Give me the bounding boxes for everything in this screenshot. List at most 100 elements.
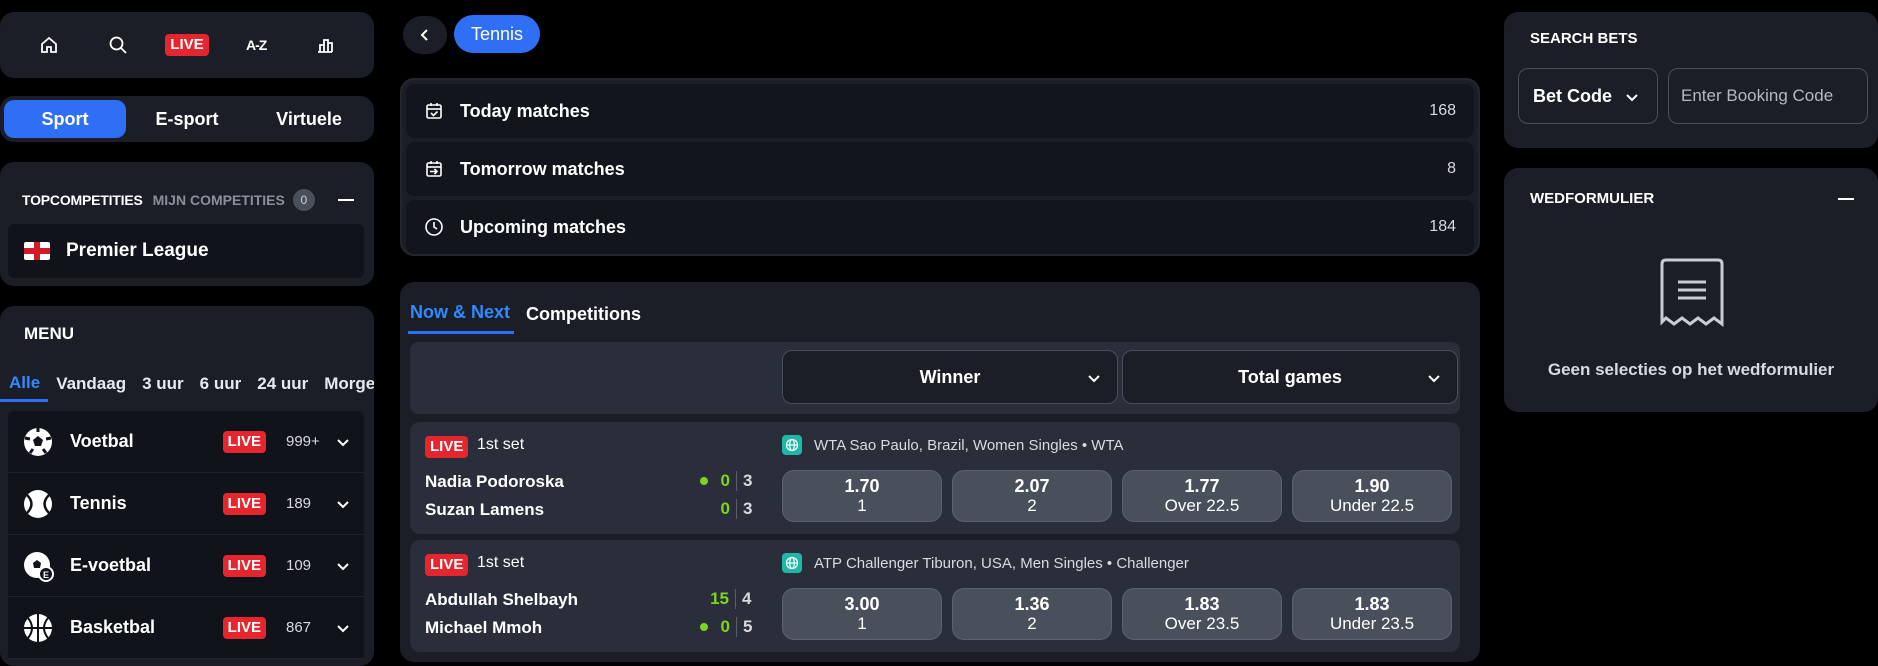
time-tab-6h[interactable]: 6 uur [192, 366, 250, 402]
odds-button-over[interactable]: 1.83 Over 23.5 [1122, 588, 1282, 640]
top-competitions-header: TOPCOMPETITIES MIJN COMPETITIES 0 [22, 176, 354, 224]
odds-label: Under 22.5 [1329, 496, 1415, 515]
chevron-down-icon[interactable] [336, 559, 350, 573]
odds-button-under[interactable]: 1.90 Under 22.5 [1292, 470, 1452, 522]
odds-button-home[interactable]: 1.70 1 [782, 470, 942, 522]
bet-code-dropdown[interactable]: Bet Code [1518, 68, 1658, 124]
live-badge: LIVE [222, 616, 266, 639]
sport-count: 867 [286, 619, 312, 636]
quick-link-label: Upcoming matches [460, 216, 627, 237]
time-tab-3h[interactable]: 3 uur [134, 366, 192, 402]
odds-value: 1.77 [1184, 476, 1220, 496]
competition-item-premier-league[interactable]: Premier League [8, 224, 364, 278]
time-tab-today[interactable]: Vandaag [48, 366, 134, 402]
winner-market-dropdown[interactable]: Winner [782, 350, 1118, 404]
odds-value: 1.90 [1354, 476, 1390, 496]
search-button[interactable] [96, 25, 140, 65]
search-bets-panel: SEARCH BETS Bet Code [1504, 12, 1878, 148]
odds-button-over[interactable]: 1.77 Over 22.5 [1122, 470, 1282, 522]
az-label: A-Z [245, 37, 267, 53]
sport-count: 189 [286, 495, 312, 512]
match-period: 1st set [477, 554, 525, 571]
time-tab-24h[interactable]: 24 uur [249, 366, 316, 402]
competition-label: Premier League [66, 240, 209, 261]
odds-button-home[interactable]: 3.00 1 [782, 588, 942, 640]
odds-value: 1.83 [1354, 594, 1390, 614]
competition-name: ATP Challenger Tiburon, USA, Men Singles… [814, 554, 1189, 572]
sport-row-basketbal[interactable]: Basketbal LIVE 867 [8, 597, 364, 659]
home-icon [40, 36, 57, 53]
sport-row-voetbal[interactable]: Voetbal LIVE 999+ [8, 411, 364, 473]
odds-value: 1.36 [1014, 594, 1050, 614]
matches-panel: Now & Next Competitions Winner Total gam… [400, 282, 1480, 662]
time-tab-tomorrow[interactable]: Morgen [316, 366, 374, 402]
sport-list: Voetbal LIVE 999+ Tennis LIVE 189 E E-vo… [8, 411, 364, 659]
player-1-score: 15 4 [707, 589, 751, 609]
competition-line[interactable]: WTA Sao Paulo, Brazil, Women Singles • W… [782, 435, 1124, 455]
time-tab-all[interactable]: Alle [0, 366, 49, 402]
empty-betslip-message: Geen selecties op het wedformulier [1547, 360, 1835, 379]
total-games-dropdown[interactable]: Total games [1122, 350, 1458, 404]
soccer-ball-icon [24, 427, 52, 456]
competition-line[interactable]: ATP Challenger Tiburon, USA, Men Singles… [782, 553, 1189, 573]
tab-virtual[interactable]: Virtuele [248, 100, 370, 138]
odds-label: 2 [1027, 614, 1037, 633]
breadcrumb-current[interactable]: Tennis [454, 15, 541, 53]
esoccer-icon: E [24, 551, 54, 582]
sport-name: Tennis [70, 493, 127, 513]
globe-icon [782, 553, 802, 573]
tab-now-next[interactable]: Now & Next [408, 294, 515, 334]
collapse-betslip-icon[interactable] [1838, 198, 1854, 200]
tab-esport[interactable]: E-sport [126, 100, 248, 138]
odds-value: 1.70 [844, 476, 880, 496]
chevron-down-icon [1088, 375, 1100, 383]
chevron-down-icon[interactable] [336, 621, 350, 635]
live-badge: LIVE [425, 554, 469, 576]
my-competitions-tab[interactable]: MIJN COMPETITIES [153, 192, 285, 208]
odds-button-under[interactable]: 1.83 Under 23.5 [1292, 588, 1452, 640]
quick-link-upcoming[interactable]: Upcoming matches 184 [406, 200, 1474, 254]
back-button[interactable] [403, 16, 447, 54]
sport-row-evoetbal[interactable]: E E-voetbal LIVE 109 [8, 535, 364, 597]
booking-code-input[interactable] [1668, 68, 1868, 124]
player-1-name: Abdullah Shelbayh [425, 590, 579, 609]
odds-button-away[interactable]: 2.07 2 [952, 470, 1112, 522]
top-competitions-tab[interactable]: TOPCOMPETITIES [22, 192, 143, 208]
odds-button-away[interactable]: 1.36 2 [952, 588, 1112, 640]
quick-link-label: Today matches [460, 100, 590, 121]
sport-row-tennis[interactable]: Tennis LIVE 189 [8, 473, 364, 535]
live-button[interactable]: LIVE [165, 25, 209, 65]
chevron-down-icon[interactable] [336, 497, 350, 511]
quick-link-tomorrow[interactable]: Tomorrow matches 8 [406, 142, 1474, 196]
calendar-arrow-icon [426, 161, 442, 177]
player-2-name: Suzan Lamens [425, 500, 545, 519]
home-button[interactable] [27, 25, 71, 65]
score-divider [735, 589, 736, 609]
games: 5 [743, 617, 753, 636]
az-button[interactable]: A-Z [234, 25, 278, 65]
odds-value: 1.83 [1184, 594, 1220, 614]
quick-link-count: 168 [1429, 102, 1456, 119]
serve-indicator-icon [700, 477, 708, 485]
collapse-top-competitions-icon[interactable] [338, 199, 354, 201]
top-competitions-panel: TOPCOMPETITIES MIJN COMPETITIES 0 Premie… [0, 162, 374, 286]
games: 3 [743, 499, 753, 518]
quick-link-today[interactable]: Today matches 168 [406, 84, 1474, 138]
score-divider [736, 471, 737, 491]
competition-name: WTA Sao Paulo, Brazil, Women Singles • W… [814, 436, 1124, 454]
points: 15 [710, 589, 729, 608]
odds-label: 1 [857, 614, 867, 633]
player-1-name: Nadia Podoroska [425, 472, 564, 491]
search-bets-title: SEARCH BETS [1530, 30, 1638, 47]
top-nav-bar: LIVE A-Z [0, 12, 374, 78]
tab-sport[interactable]: Sport [4, 100, 126, 138]
player-2-score: 0 5 [700, 617, 752, 637]
tab-competitions[interactable]: Competitions [524, 294, 645, 334]
chevron-down-icon[interactable] [336, 435, 350, 449]
match-card[interactable]: LIVE 1st set Nadia Podoroska Suzan Lamen… [410, 422, 1460, 534]
odds-label: Over 23.5 [1164, 614, 1240, 633]
games: 4 [742, 589, 752, 608]
player-2-score: 0 3 [714, 499, 752, 519]
stats-button[interactable] [303, 25, 347, 65]
match-card[interactable]: LIVE 1st set Abdullah Shelbayh Michael M… [410, 540, 1460, 652]
